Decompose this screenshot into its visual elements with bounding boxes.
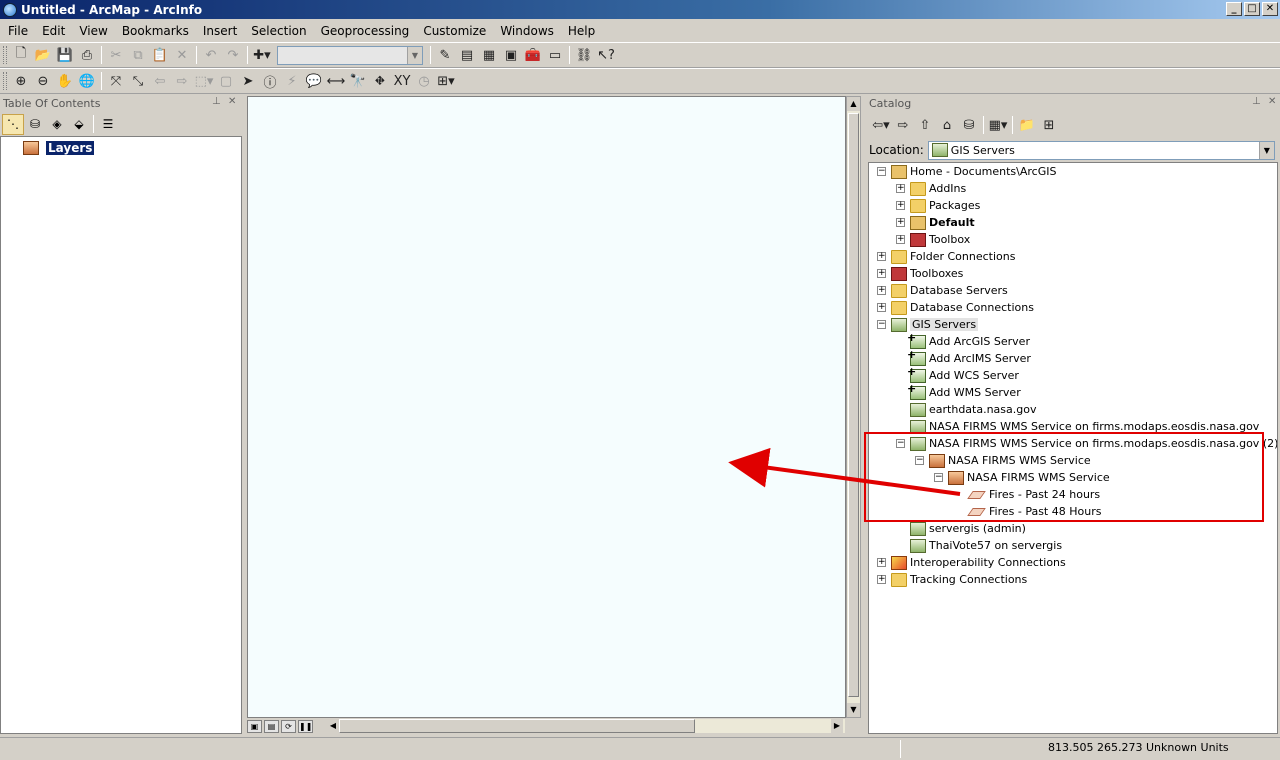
coordinate-readout: 813.505 265.273 Unknown Units	[1048, 741, 1229, 754]
arrow-line	[728, 447, 961, 496]
annotation-arrow	[728, 447, 961, 496]
status-separator	[900, 740, 901, 758]
status-bar: 813.505 265.273 Unknown Units	[0, 737, 1280, 760]
